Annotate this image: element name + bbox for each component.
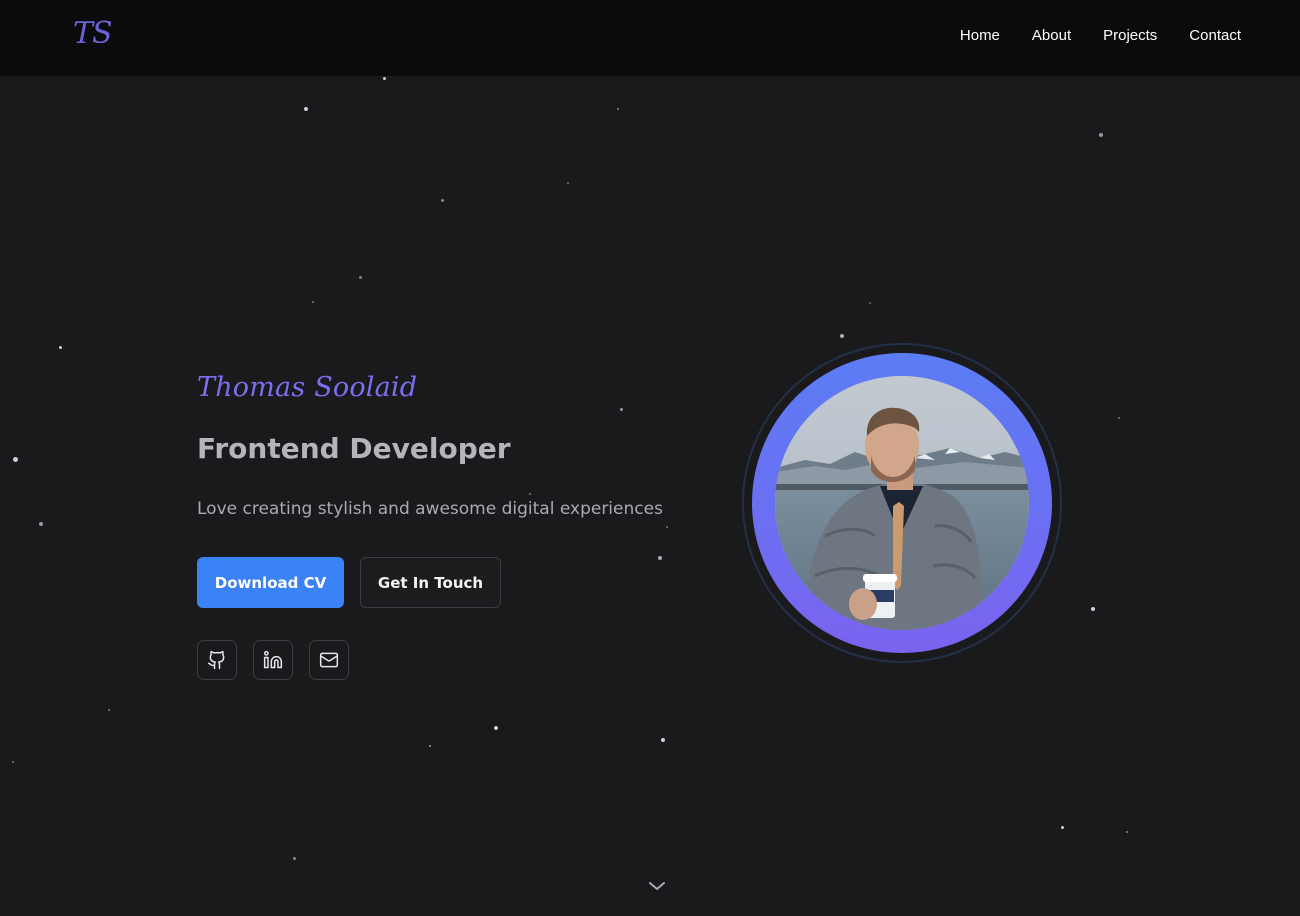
github-icon [207, 650, 225, 670]
hero-role: Frontend Developer [197, 432, 511, 465]
nav-link-contact[interactable]: Contact [1189, 27, 1241, 44]
get-in-touch-button[interactable]: Get In Touch [360, 557, 501, 608]
nav-links: Home About Projects Contact [960, 27, 1241, 44]
hero-tagline: Love creating stylish and awesome digita… [197, 499, 663, 519]
page: TS Home About Projects Contact Thomas So… [0, 0, 1300, 916]
github-link[interactable] [197, 640, 237, 680]
hero-name: Thomas Soolaid [197, 372, 418, 403]
mail-icon [319, 652, 339, 668]
linkedin-link[interactable] [253, 640, 293, 680]
scroll-down-chevron-icon[interactable] [648, 879, 666, 893]
nav-link-home[interactable]: Home [960, 27, 1000, 44]
linkedin-icon [263, 650, 283, 669]
navbar: TS Home About Projects Contact [0, 0, 1300, 76]
nav-link-projects[interactable]: Projects [1103, 27, 1157, 44]
nav-link-about[interactable]: About [1032, 27, 1071, 44]
email-link[interactable] [309, 640, 349, 680]
profile-photo [775, 376, 1029, 630]
logo[interactable]: TS [73, 16, 113, 51]
download-cv-button[interactable]: Download CV [197, 557, 344, 608]
